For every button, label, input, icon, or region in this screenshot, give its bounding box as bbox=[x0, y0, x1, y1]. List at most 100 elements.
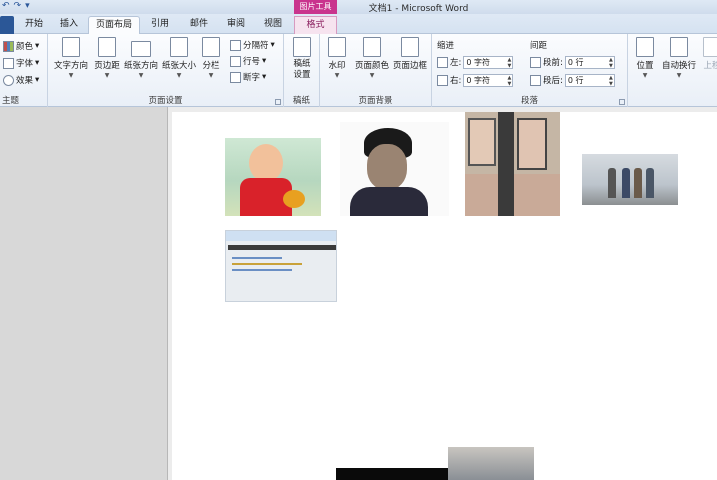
chevron-down-icon: ▼ bbox=[334, 72, 340, 79]
spinner-icon[interactable]: ▲ ▼ bbox=[609, 57, 613, 69]
group-label-paragraph: 段落 bbox=[520, 96, 538, 106]
colors-icon bbox=[3, 40, 14, 52]
tab-page-layout[interactable]: 页面布局 bbox=[88, 16, 140, 35]
group-page-setup: 文字方向 ▼ 页边距 ▼ 纸张方向 ▼ 纸张大小 ▼ 分栏 ▼ 分隔符 ▾ 行号… bbox=[48, 34, 284, 107]
spinner-icon[interactable]: ▲ ▼ bbox=[609, 75, 613, 87]
spacing-after-input[interactable]: 0 行 ▲ ▼ bbox=[564, 73, 615, 87]
chevron-down-icon: ▼ bbox=[104, 72, 110, 79]
word-window: ↶ ↷ ▾ 文档1 - Microsoft Word 图片工具 开始 插入 页面… bbox=[0, 0, 717, 480]
spacing-title: 间距 bbox=[530, 41, 548, 51]
spacing-after-row: 段后: 0 行 ▲ ▼ bbox=[530, 72, 615, 88]
image-dark-strip[interactable] bbox=[336, 468, 448, 480]
line-numbers-button[interactable]: 行号 ▾ bbox=[230, 53, 266, 69]
chevron-down-icon: ▼ bbox=[138, 72, 144, 79]
theme-fonts-button[interactable]: 字体 ▾ bbox=[3, 55, 39, 71]
spinner-icon[interactable]: ▲ ▼ bbox=[508, 75, 512, 87]
chevron-down-icon: ▼ bbox=[68, 72, 74, 79]
group-page-background: 水印 ▼ 页面颜色 ▼ 页面边框 页面背景 bbox=[320, 34, 432, 107]
size-button[interactable]: 纸张大小 ▼ bbox=[162, 37, 196, 89]
page-borders-icon bbox=[401, 37, 419, 57]
breaks-button[interactable]: 分隔符 ▾ bbox=[230, 37, 275, 53]
group-label-page-setup: 页面设置 bbox=[148, 96, 183, 106]
margins-button[interactable]: 页边距 ▼ bbox=[90, 37, 124, 89]
bring-forward-button[interactable]: 上移 bbox=[700, 37, 717, 89]
indent-left-icon bbox=[437, 56, 448, 68]
image-webpage-screenshot[interactable] bbox=[225, 230, 337, 302]
spacing-before-input[interactable]: 0 行 ▲ ▼ bbox=[564, 55, 615, 69]
group-paragraph: 缩进 左: 0 字符 ▲ ▼ 右: 0 字符 ▲ ▼ 间距 段前: 0 行 ▲ ▼ 段后: … bbox=[432, 34, 628, 107]
indent-left-row: 左: 0 字符 ▲ ▼ bbox=[437, 54, 514, 70]
spacing-before-row: 段前: 0 行 ▲ ▼ bbox=[530, 54, 615, 70]
image-group-photo[interactable] bbox=[582, 154, 678, 205]
indent-right-icon bbox=[437, 74, 448, 86]
indent-right-row: 右: 0 字符 ▲ ▼ bbox=[437, 72, 514, 88]
spinner-icon[interactable]: ▲ ▼ bbox=[508, 57, 512, 69]
paragraph-dialog-launcher-icon[interactable] bbox=[619, 99, 625, 105]
navigation-pane bbox=[0, 107, 168, 480]
group-label-themes: 主题 bbox=[2, 96, 20, 106]
hyphenation-button[interactable]: 断字 ▾ bbox=[230, 69, 266, 85]
page-color-icon bbox=[363, 37, 381, 57]
group-themes: 颜色 ▾ 字体 ▾ 效果 ▾ 主题 bbox=[0, 34, 48, 107]
indent-right-input[interactable]: 0 字符 ▲ ▼ bbox=[463, 73, 514, 87]
document-workspace bbox=[0, 107, 717, 480]
tab-format[interactable]: 格式 bbox=[294, 16, 337, 35]
tab-view[interactable]: 视图 bbox=[254, 16, 292, 34]
paper-size-icon bbox=[170, 37, 188, 57]
tab-mailings[interactable]: 邮件 bbox=[180, 16, 218, 34]
group-draft: 稿纸设置 稿纸 bbox=[284, 34, 320, 107]
tab-file[interactable] bbox=[0, 16, 14, 34]
image-station-collage[interactable] bbox=[465, 112, 560, 216]
tab-home[interactable]: 开始 bbox=[16, 16, 52, 34]
spacing-before-icon bbox=[530, 56, 541, 68]
window-title: 文档1 - Microsoft Word bbox=[368, 4, 469, 14]
hyphenation-icon bbox=[230, 71, 241, 83]
chevron-down-icon: ▼ bbox=[642, 72, 648, 79]
orientation-button[interactable]: 纸张方向 ▼ bbox=[124, 37, 158, 89]
draft-paper-icon bbox=[293, 37, 311, 57]
chevron-down-icon: ▼ bbox=[176, 72, 182, 79]
document-page[interactable] bbox=[172, 112, 717, 480]
group-label-draft: 稿纸 bbox=[292, 96, 310, 106]
indent-title: 缩进 bbox=[437, 41, 455, 51]
page-color-button[interactable]: 页面颜色 ▼ bbox=[354, 37, 390, 89]
picture-tools-context-label: 图片工具 bbox=[294, 0, 337, 14]
theme-colors-button[interactable]: 颜色 ▾ bbox=[3, 38, 39, 54]
orientation-icon bbox=[131, 41, 151, 57]
page-borders-button[interactable]: 页面边框 bbox=[392, 37, 428, 89]
spacing-after-icon bbox=[530, 74, 541, 86]
tab-review[interactable]: 审阅 bbox=[220, 16, 252, 34]
watermark-icon bbox=[328, 37, 346, 57]
indent-left-input[interactable]: 0 字符 ▲ ▼ bbox=[463, 55, 514, 69]
draft-settings-button[interactable]: 稿纸设置 bbox=[285, 37, 319, 89]
chevron-down-icon: ▼ bbox=[208, 72, 214, 79]
effects-icon bbox=[3, 74, 14, 86]
chevron-down-icon: ▼ bbox=[369, 72, 375, 79]
position-icon bbox=[636, 37, 654, 57]
title-bar: ↶ ↷ ▾ 文档1 - Microsoft Word 图片工具 bbox=[0, 0, 717, 14]
position-button[interactable]: 位置 ▼ bbox=[630, 37, 660, 89]
columns-icon bbox=[202, 37, 220, 57]
line-numbers-icon bbox=[230, 55, 241, 67]
page-setup-dialog-launcher-icon[interactable] bbox=[275, 99, 281, 105]
tab-insert[interactable]: 插入 bbox=[52, 16, 86, 34]
wrap-text-icon bbox=[670, 37, 688, 57]
image-baby[interactable] bbox=[225, 138, 321, 216]
image-young-man[interactable] bbox=[340, 122, 449, 216]
chevron-down-icon: ▼ bbox=[676, 72, 682, 79]
bring-forward-icon bbox=[703, 37, 717, 57]
breaks-icon bbox=[230, 39, 241, 51]
columns-button[interactable]: 分栏 ▼ bbox=[196, 37, 226, 89]
text-direction-icon bbox=[62, 37, 80, 57]
theme-effects-button[interactable]: 效果 ▾ bbox=[3, 72, 39, 88]
fonts-icon bbox=[3, 57, 14, 69]
margins-icon bbox=[98, 37, 116, 57]
watermark-button[interactable]: 水印 ▼ bbox=[322, 37, 352, 89]
group-label-page-background: 页面背景 bbox=[358, 96, 393, 106]
image-partial-photo[interactable] bbox=[448, 447, 534, 480]
ribbon-tabs: 开始 插入 页面布局 引用 邮件 审阅 视图 格式 bbox=[0, 14, 717, 35]
text-direction-button[interactable]: 文字方向 ▼ bbox=[54, 37, 88, 89]
wrap-text-button[interactable]: 自动换行 ▼ bbox=[660, 37, 698, 89]
ribbon: 颜色 ▾ 字体 ▾ 效果 ▾ 主题 文字方向 ▼ 页边距 ▼ 纸张方向 ▼ 纸张… bbox=[0, 34, 717, 107]
tab-references[interactable]: 引用 bbox=[142, 16, 178, 34]
